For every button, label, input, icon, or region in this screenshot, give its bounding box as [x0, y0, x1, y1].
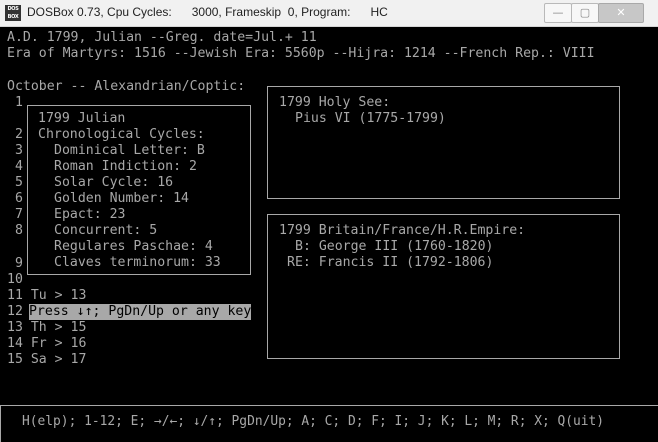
cycles-subtitle: Chronological Cycles: [38, 127, 205, 142]
ruler-line: B: George III (1760-1820) [295, 239, 494, 254]
cycles-title: 1799 Julian [38, 111, 126, 126]
dosbox-app-icon[interactable]: DOS BOX [5, 5, 21, 21]
cycle-item: Roman Indiction: 2 [54, 159, 197, 174]
day-number: 4 [15, 159, 23, 174]
day-number: 1 [15, 95, 23, 110]
ruler-line: RE: Francis II (1792-1806) [287, 255, 494, 270]
cycle-item: Epact: 23 [54, 207, 126, 222]
title-bar[interactable]: DOS BOX DOSBox 0.73, Cpu Cycles: 3000, F… [0, 0, 658, 27]
window-title: DOSBox 0.73, Cpu Cycles: 3000, Frameskip… [27, 5, 388, 19]
close-button[interactable]: ✕ [598, 3, 644, 23]
maximize-button[interactable]: ▢ [571, 3, 599, 23]
cycle-item: Solar Cycle: 16 [54, 175, 174, 190]
day-number: 8 [15, 223, 23, 238]
cycle-item: Claves terminorum: 33 [54, 255, 221, 270]
rulers-title: 1799 Britain/France/H.R.Empire: [279, 223, 526, 238]
day-number: 10 [7, 272, 23, 287]
month-header: October -- Alexandrian/Coptic: [7, 79, 246, 94]
holy-see-line: Pius VI (1775-1799) [295, 111, 446, 126]
day-number: 2 [15, 127, 23, 142]
cycle-item: Dominical Letter: B [54, 143, 205, 158]
holy-see-title: 1799 Holy See: [279, 95, 391, 110]
minimize-button[interactable]: — [544, 3, 572, 23]
cycle-item: Golden Number: 14 [54, 191, 189, 206]
day-row: 13 Th > 15 [7, 320, 87, 335]
day-number: 7 [15, 207, 23, 222]
day-number: 6 [15, 191, 23, 206]
day-row: 15 Sa > 17 [7, 352, 87, 367]
day-row: 14 Fr > 16 [7, 336, 87, 351]
cycle-item: Concurrent: 5 [54, 223, 158, 238]
dos-screen[interactable]: A.D. 1799, Julian --Greg. date=Jul.+ 11 … [0, 27, 658, 442]
help-keys: H(elp); 1-12; E; →/←; ↓/↑; PgDn/Up; A; C… [22, 414, 605, 429]
day-row: 12 [7, 304, 23, 319]
day-number: 5 [15, 175, 23, 190]
day-number: 3 [15, 143, 23, 158]
dosbox-window: DOS BOX DOSBox 0.73, Cpu Cycles: 3000, F… [0, 0, 658, 442]
day-number: 9 [15, 256, 23, 271]
date-header: A.D. 1799, Julian --Greg. date=Jul.+ 11 [7, 30, 317, 45]
era-line: Era of Martyrs: 1516 --Jewish Era: 5560p… [7, 46, 595, 61]
day-row: 11 Tu > 13 [7, 288, 87, 303]
key-prompt[interactable]: Press ↓↑; PgDn/Up or any key [29, 304, 252, 320]
cycle-item: Regulares Paschae: 4 [54, 239, 213, 254]
